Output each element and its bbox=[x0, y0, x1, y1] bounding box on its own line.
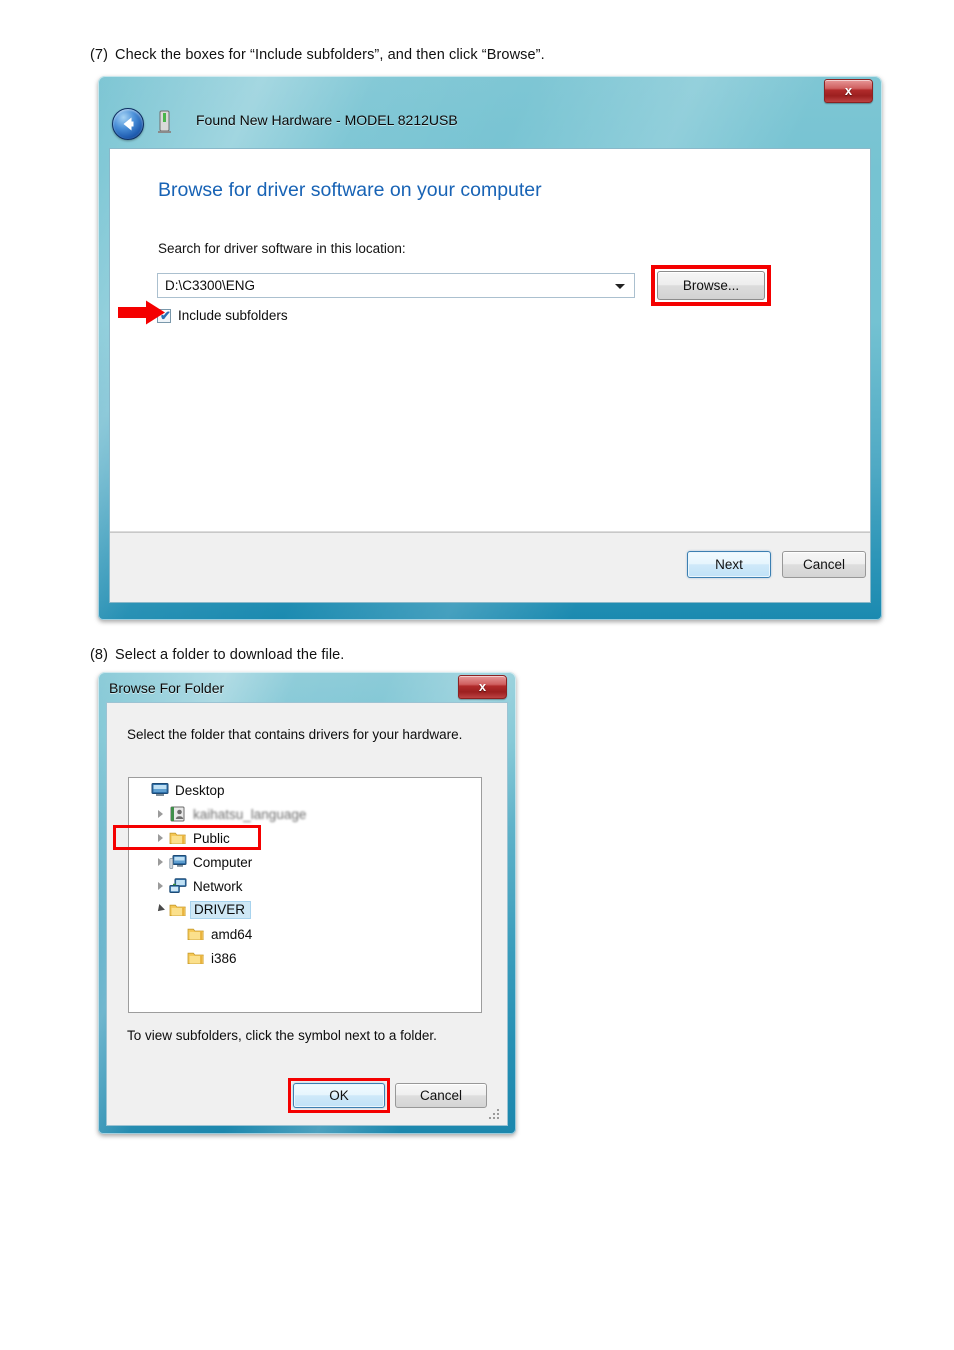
tree-item-label: DRIVER bbox=[190, 901, 252, 919]
step-7-number: (7) bbox=[90, 47, 109, 63]
close-icon[interactable]: x bbox=[824, 79, 873, 103]
wizard-title: Found New Hardware - MODEL 8212USB bbox=[196, 112, 458, 128]
step-7-text: Check the boxes for “Include subfolders”… bbox=[115, 47, 545, 63]
computer-icon bbox=[169, 854, 187, 870]
include-subfolders-label: Include subfolders bbox=[178, 308, 288, 323]
wizard-content-panel: Browse for driver software on your compu… bbox=[109, 148, 871, 603]
wizard-heading: Browse for driver software on your compu… bbox=[158, 179, 542, 201]
close-icon[interactable]: x bbox=[458, 675, 507, 699]
tree-item-label: Desktop bbox=[175, 782, 225, 798]
resize-grip-dot bbox=[489, 1117, 491, 1119]
desktop-icon bbox=[151, 782, 169, 798]
expander-collapsed-icon[interactable] bbox=[153, 826, 169, 850]
tree-item-public[interactable]: Public bbox=[129, 826, 481, 850]
next-button-label: Next bbox=[715, 557, 743, 572]
folder-tree[interactable]: Desktop kaihatsu_language Public Computer Ne… bbox=[128, 777, 482, 1013]
expander-placeholder bbox=[135, 778, 151, 802]
location-label: Search for driver software in this locat… bbox=[158, 241, 406, 256]
browse-content-panel: Select the folder that contains drivers … bbox=[106, 702, 508, 1126]
expander-placeholder bbox=[171, 922, 187, 946]
expander-collapsed-icon[interactable] bbox=[153, 874, 169, 898]
found-new-hardware-window: x Found New Hardware - MODEL 8212USB Bro… bbox=[98, 76, 882, 620]
folder-icon bbox=[169, 830, 187, 846]
resize-grip-dot bbox=[497, 1117, 499, 1119]
resize-grip-dot bbox=[493, 1117, 495, 1119]
tree-item-i386[interactable]: i386 bbox=[129, 946, 481, 970]
expander-collapsed-icon[interactable] bbox=[153, 802, 169, 826]
tree-item-label: kaihatsu_language bbox=[193, 806, 307, 822]
cancel-button[interactable]: Cancel bbox=[395, 1083, 487, 1108]
usb-device-icon bbox=[158, 110, 171, 134]
back-arrow-icon[interactable] bbox=[112, 108, 144, 140]
resize-grip[interactable] bbox=[489, 1109, 502, 1122]
browse-titlebar[interactable]: Browse For Folder x bbox=[98, 672, 516, 702]
network-icon bbox=[169, 878, 187, 894]
tree-item-desktop[interactable]: Desktop bbox=[129, 778, 481, 802]
driver-location-value: D:\C3300\ENG bbox=[165, 278, 256, 293]
step-8-number: (8) bbox=[90, 647, 109, 663]
cancel-button[interactable]: Cancel bbox=[782, 551, 866, 578]
tree-item-label: amd64 bbox=[211, 926, 253, 942]
resize-grip-dot bbox=[497, 1109, 499, 1111]
browse-hint-text: To view subfolders, click the symbol nex… bbox=[127, 1028, 437, 1043]
step-8-caption: (8) Select a folder to download the file. bbox=[90, 647, 344, 663]
browse-prompt-text: Select the folder that contains drivers … bbox=[127, 727, 463, 742]
tree-item-label: Network bbox=[193, 878, 243, 894]
tree-item-label: Computer bbox=[193, 854, 253, 870]
resize-grip-dot bbox=[493, 1113, 495, 1115]
expander-placeholder bbox=[171, 946, 187, 970]
browse-button-label: Browse... bbox=[682, 278, 740, 293]
tree-item-computer[interactable]: Computer bbox=[129, 850, 481, 874]
browse-for-folder-window: Browse For Folder x Select the folder th… bbox=[98, 672, 516, 1134]
tree-item-label: Public bbox=[193, 830, 230, 846]
resize-grip-dot bbox=[497, 1113, 499, 1115]
cancel-button-label: Cancel bbox=[419, 1088, 463, 1103]
browse-window-title: Browse For Folder bbox=[109, 680, 225, 696]
expander-expanded-icon[interactable] bbox=[153, 898, 169, 922]
folder-icon bbox=[187, 950, 205, 966]
contact-icon bbox=[169, 806, 187, 822]
chevron-down-icon[interactable] bbox=[615, 284, 625, 289]
folder-icon bbox=[169, 902, 187, 918]
red-annotation-arrow-icon bbox=[118, 300, 166, 325]
ok-button[interactable]: OK bbox=[293, 1083, 385, 1108]
driver-location-combobox[interactable]: D:\C3300\ENG bbox=[157, 273, 635, 298]
step-8-text: Select a folder to download the file. bbox=[115, 647, 345, 663]
folder-icon bbox=[187, 926, 205, 942]
step-7-caption: (7) Check the boxes for “Include subfolde… bbox=[90, 47, 545, 63]
ok-button-label: OK bbox=[329, 1088, 349, 1103]
tree-item-kaihatsu-language[interactable]: kaihatsu_language bbox=[129, 802, 481, 826]
browse-button[interactable]: Browse... bbox=[657, 271, 765, 300]
wizard-footer: Next Cancel bbox=[110, 532, 870, 602]
tree-item-label: i386 bbox=[211, 950, 237, 966]
expander-collapsed-icon[interactable] bbox=[153, 850, 169, 874]
tree-item-driver[interactable]: DRIVER bbox=[129, 898, 481, 922]
tree-item-amd64[interactable]: amd64 bbox=[129, 922, 481, 946]
wizard-titlebar[interactable]: x Found New Hardware - MODEL 8212USB bbox=[98, 76, 882, 148]
next-button[interactable]: Next bbox=[687, 551, 771, 578]
cancel-button-label: Cancel bbox=[802, 557, 846, 572]
tree-item-network[interactable]: Network bbox=[129, 874, 481, 898]
